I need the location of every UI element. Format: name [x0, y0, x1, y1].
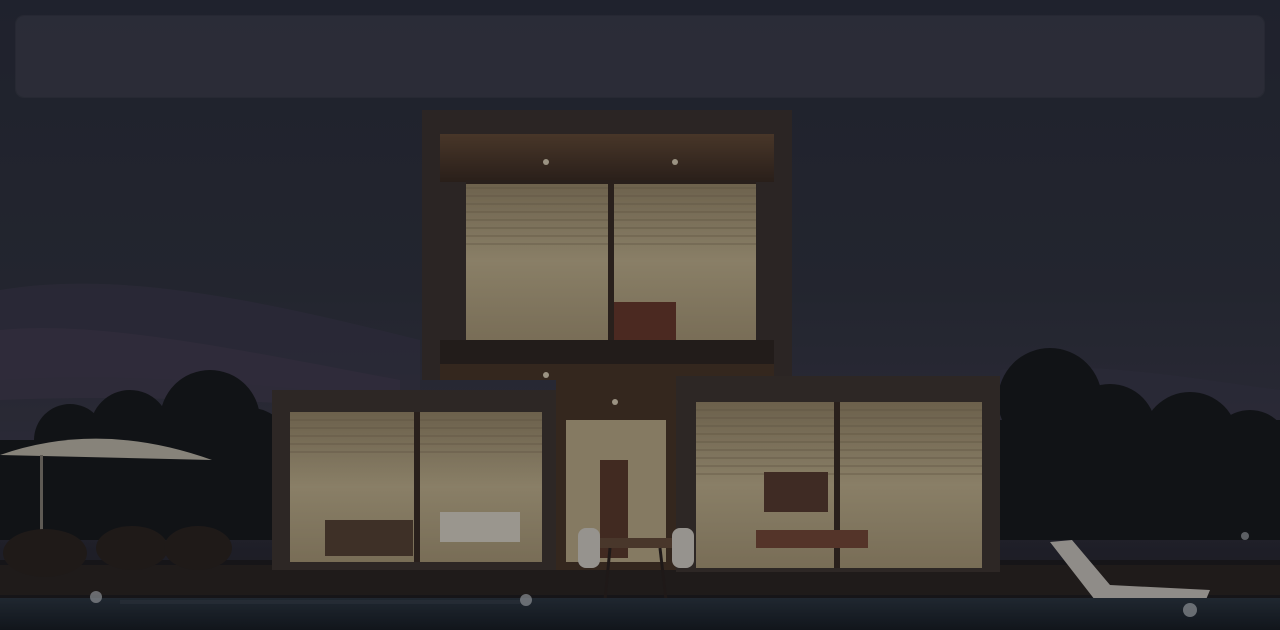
top-bar: [16, 16, 1264, 97]
